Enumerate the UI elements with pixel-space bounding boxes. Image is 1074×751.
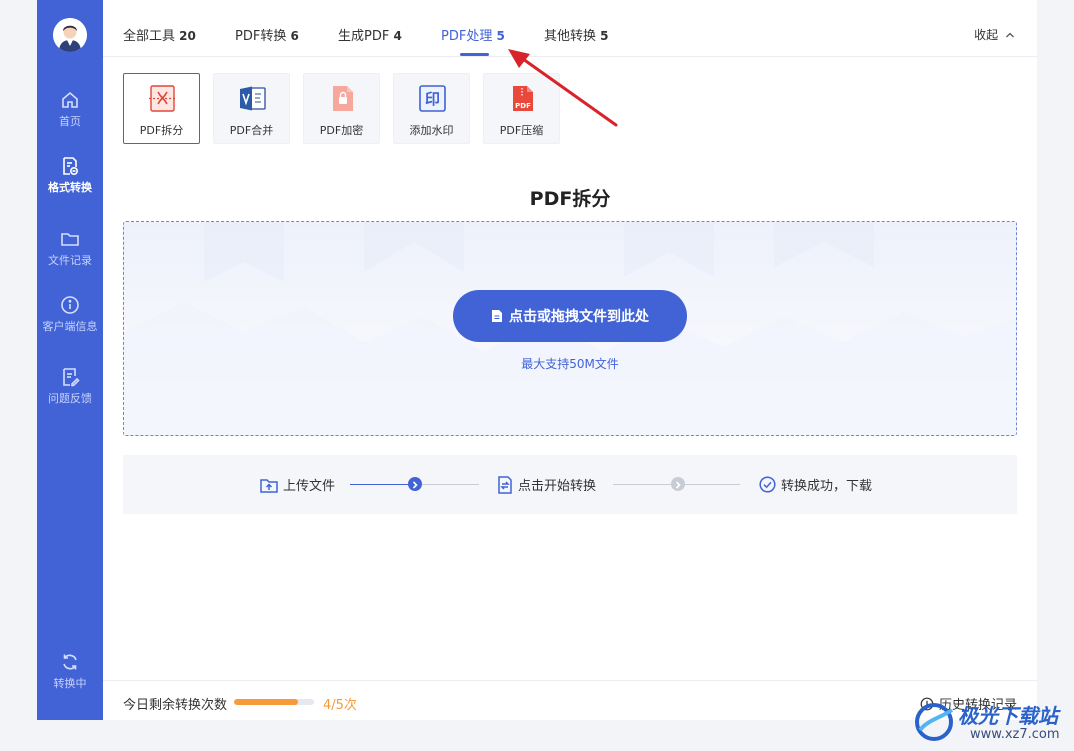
step-connector: [422, 484, 479, 485]
watermark-glyph: 印: [425, 90, 440, 108]
tool-label: PDF合并: [229, 124, 274, 137]
tab-label: 其他转换: [544, 29, 597, 44]
compress-glyph: PDF: [515, 102, 531, 110]
format-convert-icon: [63, 157, 79, 176]
file-dropzone[interactable]: 点击或拖拽文件到此处 最大支持50M文件: [123, 221, 1017, 436]
upload-file-icon: [260, 478, 278, 493]
sidebar-item-format-convert[interactable]: 格式转换: [37, 156, 103, 195]
tool-pdf-compress[interactable]: PDF PDF压缩: [483, 73, 560, 144]
watermark-brand: 极光下载站: [958, 704, 1058, 728]
remaining-label: 今日剩余转换次数: [123, 698, 228, 713]
tab-label: 全部工具: [123, 29, 176, 44]
status-footer: 今日剩余转换次数 4/5次 历史转换记录: [103, 680, 1037, 720]
watermark-icon: 印: [419, 85, 446, 112]
sidebar: 首页 格式转换 文件记录 客户端信息 问题反馈 转换中: [37, 0, 103, 720]
active-tab-indicator: [460, 53, 489, 56]
sidebar-item-home[interactable]: 首页: [37, 90, 103, 129]
sidebar-item-client-info[interactable]: 客户端信息: [37, 295, 103, 334]
step-label: 转换成功，下载: [781, 479, 873, 494]
tool-pdf-split[interactable]: PDF拆分: [123, 73, 200, 144]
convert-file-icon: [498, 475, 512, 494]
sidebar-item-label: 客户端信息: [42, 320, 98, 333]
tool-pdf-encrypt[interactable]: PDF加密: [303, 73, 380, 144]
feedback-icon: [63, 368, 80, 387]
avatar[interactable]: [53, 18, 87, 52]
step-upload: 上传文件: [260, 475, 335, 494]
refresh-icon: [63, 654, 77, 670]
main-panel: 全部工具 20 PDF转换 6 生成PDF 4 PDF处理 5 其他转换 5 收…: [103, 0, 1037, 720]
step-dot-pending: [671, 477, 685, 491]
tab-label: 生成PDF: [338, 29, 390, 44]
tab-count: 6: [290, 29, 299, 43]
file-icon: [492, 310, 502, 322]
info-icon: [61, 296, 79, 314]
sidebar-item-label: 文件记录: [48, 254, 92, 267]
tool-add-watermark[interactable]: 印 添加水印: [393, 73, 470, 144]
sidebar-item-file-records[interactable]: 文件记录: [37, 229, 103, 268]
step-connector: [685, 484, 740, 485]
tab-pdf-process[interactable]: PDF处理 5: [441, 25, 505, 44]
tab-pdf-convert[interactable]: PDF转换 6: [235, 25, 299, 44]
sidebar-item-label: 格式转换: [48, 181, 92, 194]
tool-label: PDF压缩: [499, 124, 544, 137]
tab-other-convert[interactable]: 其他转换 5: [544, 25, 609, 44]
watermark-logo-icon: [915, 703, 954, 741]
sidebar-item-converting[interactable]: 转换中: [37, 652, 103, 691]
app-window: 首页 格式转换 文件记录 客户端信息 问题反馈 转换中 全部工具 20 PDF转…: [37, 0, 1037, 720]
collapse-button[interactable]: 收起: [974, 26, 1015, 43]
collapse-label: 收起: [974, 28, 999, 42]
step-connector: [350, 484, 413, 485]
step-dot-active: [408, 477, 422, 491]
folder-icon: [61, 233, 79, 246]
pdf-merge-icon: [240, 86, 266, 111]
check-circle-icon: [759, 476, 776, 493]
select-file-button[interactable]: 点击或拖拽文件到此处: [453, 290, 687, 342]
sidebar-item-label: 问题反馈: [48, 392, 92, 405]
tab-all-tools[interactable]: 全部工具 20: [123, 25, 196, 44]
tab-count: 20: [179, 29, 196, 43]
site-watermark: 极光下载站 www.xz7.com: [912, 700, 1072, 746]
conversion-steps: 上传文件 点击开始转换 转换成功，下载: [123, 455, 1017, 514]
tool-label: PDF拆分: [139, 124, 184, 137]
watermark-url: www.xz7.com: [970, 727, 1060, 742]
sidebar-item-label: 转换中: [53, 677, 87, 690]
tab-count: 5: [600, 29, 609, 43]
sidebar-item-label: 首页: [59, 115, 81, 128]
pdf-compress-icon: PDF: [513, 86, 533, 111]
tab-label: PDF处理: [441, 29, 493, 44]
remaining-progress-fill: [234, 699, 298, 705]
step-label: 点击开始转换: [518, 479, 597, 494]
tool-pdf-merge[interactable]: PDF合并: [213, 73, 290, 144]
step-connector: [613, 484, 673, 485]
pdf-split-icon: [149, 85, 176, 112]
tab-generate-pdf[interactable]: 生成PDF 4: [338, 25, 402, 44]
tab-count: 4: [393, 29, 402, 43]
step-label: 上传文件: [283, 479, 336, 494]
pdf-lock-icon: [333, 86, 353, 111]
sidebar-item-feedback[interactable]: 问题反馈: [37, 367, 103, 406]
home-icon: [62, 91, 78, 108]
remaining-count: 4/5次: [323, 698, 357, 713]
chevron-up-icon: [1006, 32, 1014, 38]
tool-label: 添加水印: [409, 124, 454, 137]
max-size-hint: 最大支持50M文件: [521, 357, 619, 371]
category-tabs: 全部工具 20 PDF转换 6 生成PDF 4 PDF处理 5 其他转换 5 收…: [103, 0, 1037, 57]
tab-count: 5: [496, 29, 505, 43]
step-start-convert: 点击开始转换: [497, 475, 596, 494]
tool-label: PDF加密: [319, 124, 364, 137]
page-title: PDF拆分: [529, 188, 611, 210]
step-success-download: 转换成功，下载: [759, 475, 872, 494]
tab-label: PDF转换: [235, 29, 287, 44]
select-file-label: 点击或拖拽文件到此处: [509, 309, 649, 325]
remaining-progress-bar: [234, 699, 314, 705]
